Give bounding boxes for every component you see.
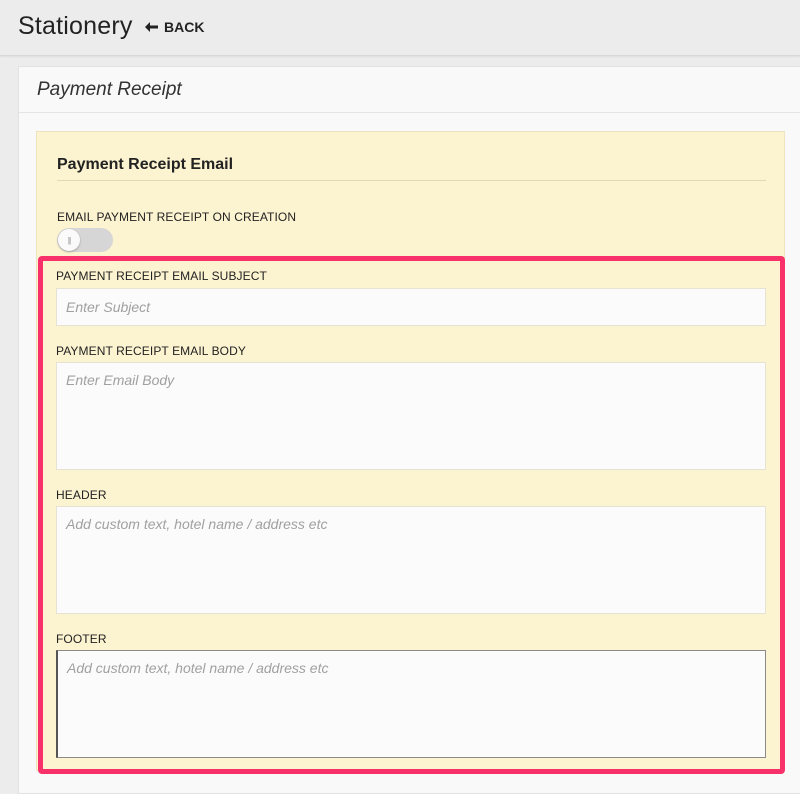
header-textarea[interactable] xyxy=(56,506,766,614)
toggle-knob: ||| xyxy=(58,229,80,251)
section-divider xyxy=(57,180,766,181)
section-title: Payment Receipt Email xyxy=(57,156,234,173)
page-title: Stationery xyxy=(18,12,133,40)
footer-label: FOOTER xyxy=(56,632,107,646)
email-body-label: PAYMENT RECEIPT EMAIL BODY xyxy=(56,344,246,358)
card-header: Payment Receipt xyxy=(19,67,800,113)
back-button[interactable]: BACK xyxy=(145,19,204,35)
email-on-creation-label: EMAIL PAYMENT RECEIPT ON CREATION xyxy=(57,210,297,224)
header-label: HEADER xyxy=(56,488,107,502)
email-subject-input[interactable] xyxy=(56,288,766,326)
email-on-creation-toggle[interactable]: ||| xyxy=(57,228,113,252)
email-subject-label: PAYMENT RECEIPT EMAIL SUBJECT xyxy=(56,269,267,283)
arrow-left-icon xyxy=(145,22,158,32)
email-body-textarea[interactable] xyxy=(56,362,766,470)
back-label: BACK xyxy=(164,19,205,35)
card-title: Payment Receipt xyxy=(37,79,182,100)
top-bar: Stationery BACK xyxy=(0,0,800,56)
footer-textarea[interactable] xyxy=(56,650,766,758)
